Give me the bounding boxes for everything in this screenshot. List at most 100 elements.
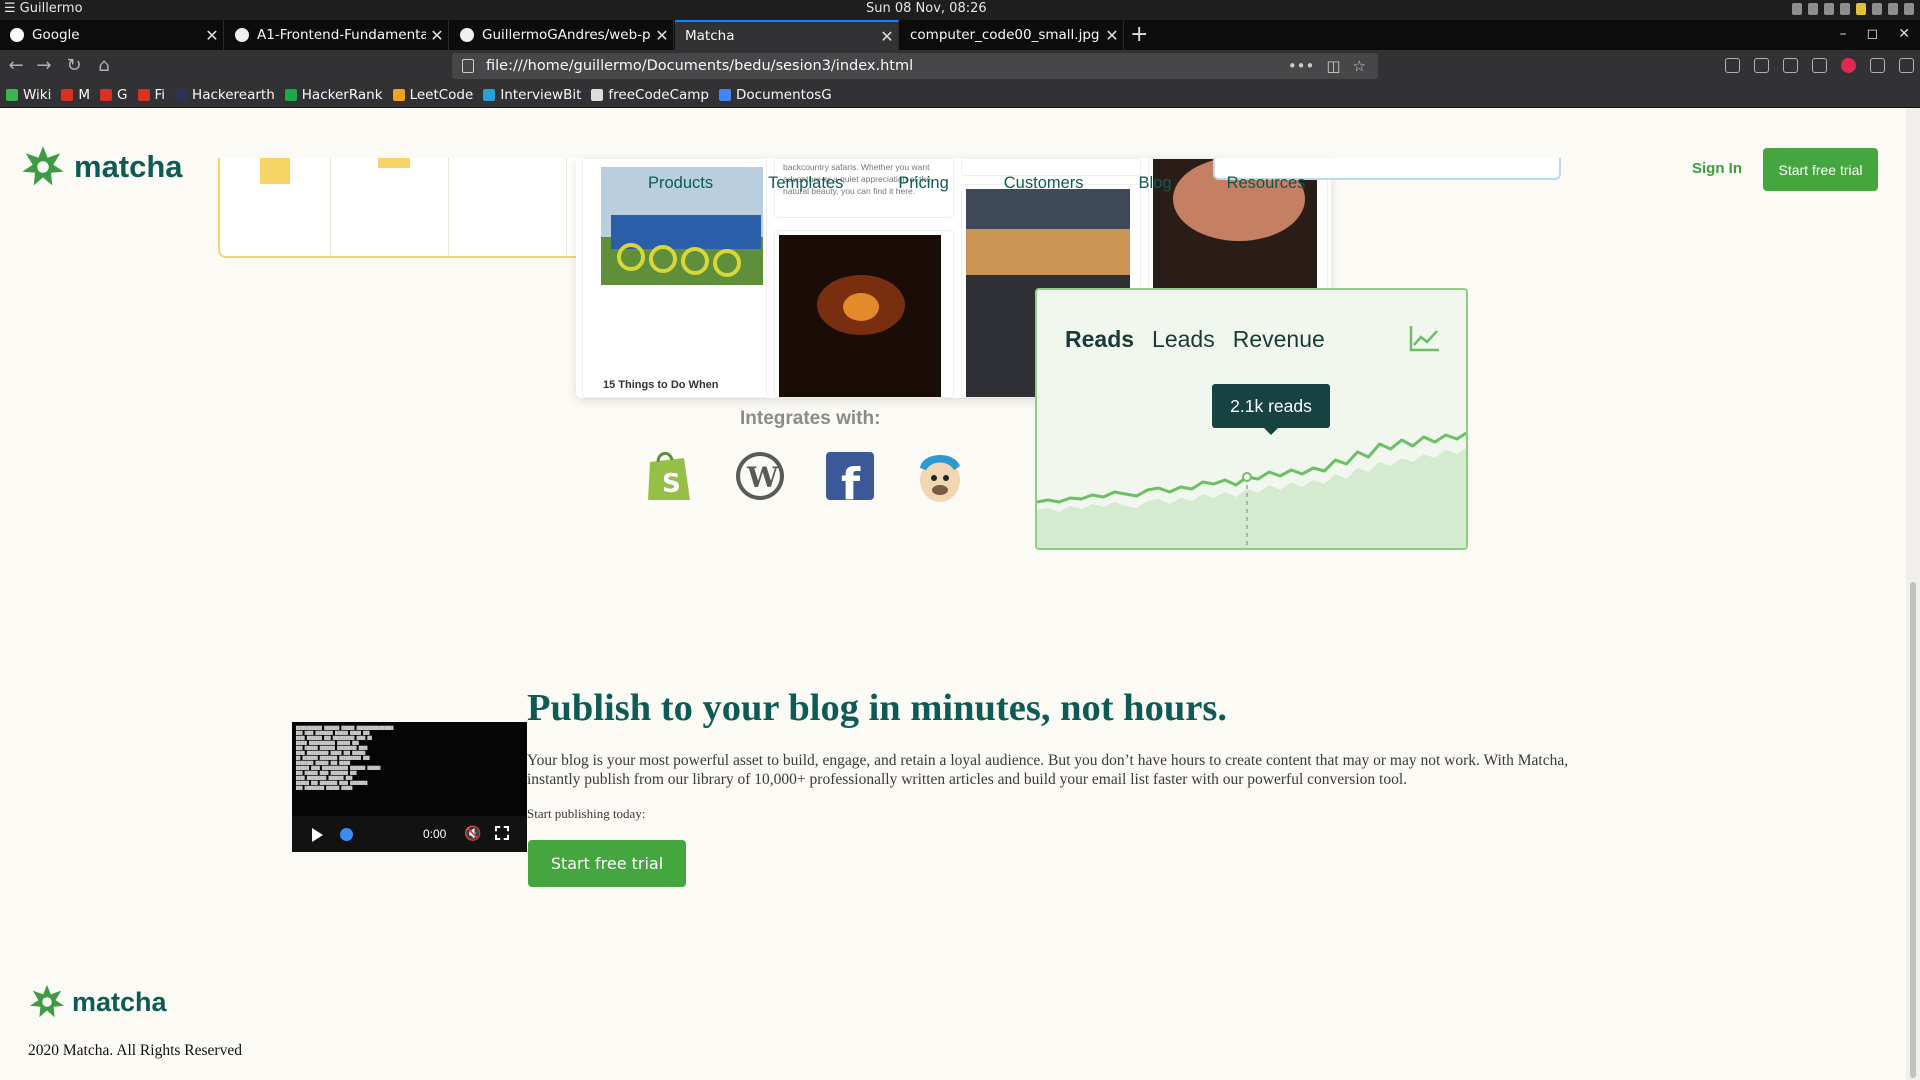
close-tab-icon[interactable]: ✕: [201, 26, 223, 45]
integrates-label: Integrates with:: [740, 408, 881, 429]
maximize-icon[interactable]: ◻: [1867, 26, 1879, 42]
tab-github-repo[interactable]: GuillermoGAndres/web-p ✕: [450, 20, 674, 50]
chart-tab-revenue[interactable]: Revenue: [1233, 326, 1325, 353]
close-tab-icon[interactable]: ✕: [651, 26, 673, 45]
os-clock[interactable]: Sun 08 Nov, 08:26: [866, 1, 987, 16]
bookmark-gmail-g[interactable]: G: [100, 87, 128, 103]
svg-text:f: f: [841, 459, 861, 504]
new-tab-icon[interactable]: +: [1130, 22, 1148, 47]
campfire-image: [779, 235, 941, 397]
site-brand-name: matcha: [74, 149, 183, 184]
bookmark-wiki[interactable]: Wiki: [6, 87, 51, 103]
extensions-icon[interactable]: [1870, 58, 1885, 73]
fullscreen-icon[interactable]: [495, 826, 509, 840]
bookmark-freecodecamp[interactable]: freeCodeCamp: [591, 87, 709, 103]
play-icon[interactable]: [312, 828, 323, 842]
bookmark-label: HackerRank: [301, 86, 383, 103]
copyright-text: 2020 Matcha. All Rights Reserved: [28, 1042, 242, 1059]
page-scrollbar[interactable]: [1906, 108, 1920, 1080]
close-tab-icon[interactable]: ✕: [426, 26, 448, 45]
notification-icon[interactable]: [1904, 3, 1914, 15]
close-window-icon[interactable]: ✕: [1898, 26, 1910, 42]
notes-icon[interactable]: [1856, 3, 1866, 15]
main-nav: Products Templates Pricing Customers Blo…: [648, 174, 1360, 193]
github-icon: [460, 28, 474, 42]
bookmark-hackerearth[interactable]: Hackerearth: [175, 87, 275, 103]
tab-matcha[interactable]: Matcha ✕: [675, 20, 899, 50]
browser-tab-strip: Google ✕ A1-Frontend-Fundamenta ✕ Guille…: [0, 20, 1920, 50]
volume-icon[interactable]: [1872, 3, 1882, 15]
bookmark-label: InterviewBit: [500, 86, 582, 103]
account-icon[interactable]: [1812, 58, 1827, 73]
nav-resources[interactable]: Resources: [1227, 174, 1306, 193]
tray-icon-3[interactable]: [1824, 3, 1834, 15]
start-trial-button[interactable]: Start free trial: [1763, 148, 1878, 191]
site-logo[interactable]: matcha: [20, 144, 183, 190]
tray-icon-2[interactable]: [1808, 3, 1818, 15]
close-tab-icon[interactable]: ✕: [876, 27, 898, 46]
reads-chart: [1037, 431, 1466, 548]
os-user-menu[interactable]: ☰ Guillermo: [4, 1, 83, 16]
bookmark-star-icon[interactable]: ☆: [1353, 57, 1366, 75]
bookmark-interviewbit[interactable]: InterviewBit: [483, 87, 581, 103]
bookmark-documentosg[interactable]: DocumentosG: [719, 87, 832, 103]
minimize-icon[interactable]: –: [1840, 26, 1847, 42]
bookmark-label: DocumentosG: [736, 86, 832, 103]
reload-icon[interactable]: ↻: [62, 55, 86, 77]
video-player[interactable]: ████████████ ███████ ██████ ████████████…: [292, 722, 527, 852]
google-icon: [10, 28, 24, 42]
forward-icon[interactable]: →: [32, 55, 56, 77]
nav-pricing[interactable]: Pricing: [898, 174, 948, 193]
tab-google[interactable]: Google ✕: [0, 20, 224, 50]
tab-title: computer_code00_small.jpg (: [910, 27, 1101, 43]
reader-icon[interactable]: [1783, 58, 1798, 73]
sign-in-link[interactable]: Sign In: [1692, 160, 1742, 177]
tray-icon-4[interactable]: [1840, 3, 1850, 15]
chart-tab-leads[interactable]: Leads: [1152, 326, 1215, 353]
bookmark-leetcode[interactable]: LeetCode: [392, 87, 473, 103]
url-text[interactable]: file:///home/guillermo/Documents/bedu/se…: [486, 58, 1288, 74]
chart-highlight-point[interactable]: [1241, 472, 1252, 482]
battery-icon[interactable]: [1888, 3, 1898, 15]
tab-title: GuillermoGAndres/web-p: [482, 27, 651, 43]
bookmark-label: freeCodeCamp: [608, 86, 710, 103]
nav-templates[interactable]: Templates: [768, 174, 843, 193]
tab-title: Google: [32, 27, 80, 43]
bookmark-hackerrank[interactable]: HackerRank: [284, 86, 383, 103]
nav-customers[interactable]: Customers: [1004, 174, 1084, 193]
hackerearth-icon: [175, 88, 188, 101]
mute-icon[interactable]: 🔇: [464, 826, 481, 842]
gmail-icon: [61, 88, 74, 101]
publish-heading: Publish to your blog in minutes, not hou…: [527, 687, 1227, 729]
address-bar[interactable]: file:///home/guillermo/Documents/bedu/se…: [452, 53, 1378, 79]
pocket-icon[interactable]: ◫: [1326, 57, 1340, 75]
publish-start-trial-button[interactable]: Start free trial: [528, 840, 686, 887]
page-info-icon[interactable]: [462, 59, 474, 73]
matcha-leaf-icon: [22, 146, 64, 186]
nav-blog[interactable]: Blog: [1139, 174, 1172, 193]
video-scrubber[interactable]: [340, 828, 353, 841]
chart-tab-reads[interactable]: Reads: [1065, 326, 1134, 353]
bookmark-gmail[interactable]: M: [61, 87, 90, 103]
facebook-icon: f: [826, 452, 874, 504]
ublock-icon[interactable]: [1841, 58, 1856, 73]
divider: [330, 158, 331, 256]
tab-image[interactable]: computer_code00_small.jpg ( ✕: [900, 20, 1124, 50]
tab-a1-frontend[interactable]: A1-Frontend-Fundamenta ✕: [225, 20, 449, 50]
page-actions-icon[interactable]: •••: [1288, 57, 1315, 75]
nav-products[interactable]: Products: [648, 174, 713, 193]
svg-text:S: S: [662, 469, 681, 499]
close-tab-icon[interactable]: ✕: [1101, 26, 1123, 45]
github-icon: [235, 28, 249, 42]
footer-logo[interactable]: matcha: [28, 983, 167, 1021]
tray-icon-1[interactable]: [1792, 3, 1802, 15]
bookmark-gmail-fi[interactable]: Fi: [137, 87, 165, 103]
scrollbar-thumb[interactable]: [1910, 582, 1916, 1078]
sidebar-icon[interactable]: [1754, 58, 1769, 73]
home-icon[interactable]: ⌂: [92, 55, 116, 77]
menu-icon[interactable]: [1899, 58, 1914, 73]
back-icon[interactable]: ←: [4, 55, 28, 77]
tab-title: Matcha: [685, 28, 735, 44]
line-chart-icon[interactable]: [1409, 324, 1441, 352]
library-icon[interactable]: [1725, 58, 1740, 73]
